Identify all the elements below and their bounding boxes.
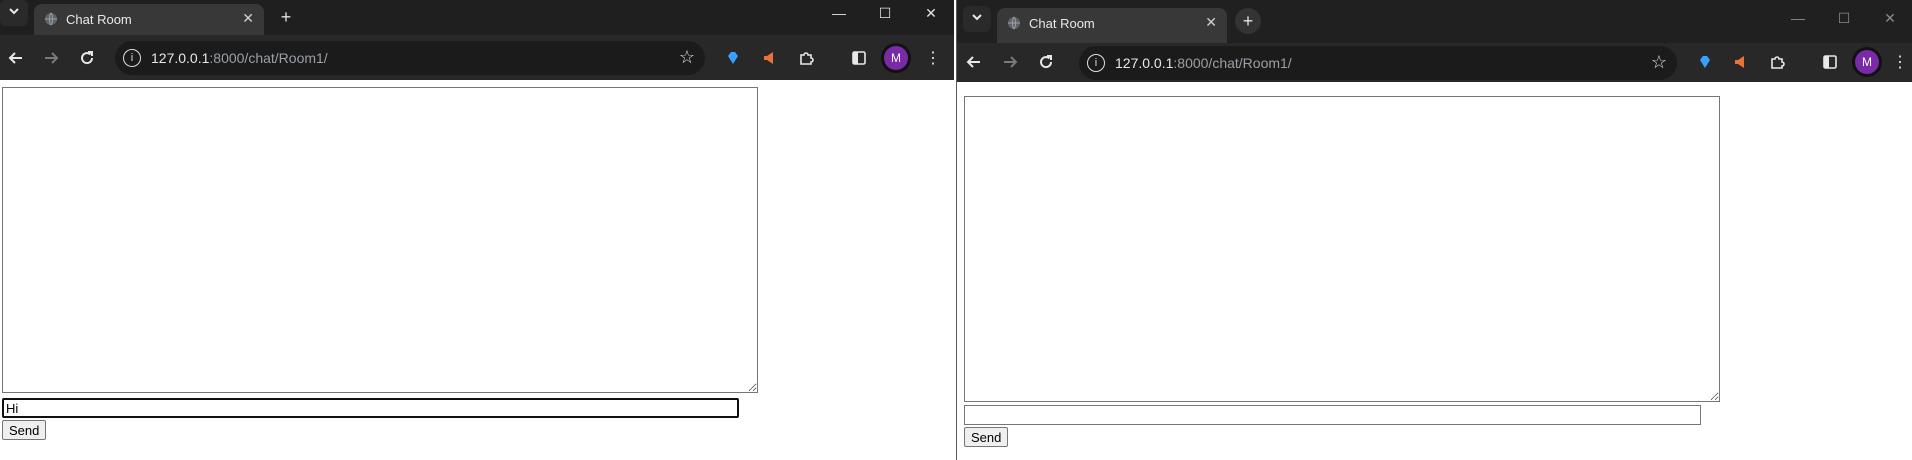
kebab-menu-icon[interactable]: ⋮ — [1887, 49, 1912, 75]
minimize-icon[interactable]: — — [1775, 5, 1821, 31]
close-window-icon[interactable]: ✕ — [1867, 5, 1912, 31]
puzzle-icon[interactable] — [793, 45, 819, 71]
arrow-right-icon[interactable] — [997, 49, 1023, 75]
arrow-right-icon[interactable] — [38, 45, 64, 71]
kebab-menu-icon[interactable]: ⋮ — [920, 45, 946, 71]
side-panel-icon[interactable] — [1817, 49, 1843, 75]
toolbar: i 127.0.0.1:8000/chat/Room1/ ☆ M ⋮ — [0, 35, 954, 80]
send-button[interactable]: Send — [2, 420, 47, 440]
info-icon[interactable]: i — [1087, 54, 1105, 72]
tab-chat-room[interactable]: Chat Room ✕ — [997, 8, 1227, 43]
browser-window-left: Chat Room ✕ + — ☐ ✕ i 127.0.0.1:8000/cha… — [0, 0, 954, 460]
url-path: :8000/chat/Room1/ — [209, 50, 328, 66]
arrow-left-icon[interactable] — [3, 45, 29, 71]
star-icon[interactable]: ☆ — [679, 47, 695, 68]
chevron-down-icon — [971, 10, 983, 28]
page-content: Send — [0, 80, 954, 460]
globe-icon — [44, 12, 58, 26]
tab-search-button[interactable] — [0, 0, 28, 26]
tab-title: Chat Room — [1029, 16, 1095, 31]
toolbar: i 127.0.0.1:8000/chat/Room1/ ☆ M ⋮ — [957, 43, 1912, 82]
megaphone-extension-icon[interactable] — [1728, 49, 1754, 75]
reload-icon[interactable] — [74, 45, 100, 71]
gem-extension-icon[interactable] — [720, 45, 746, 71]
window-controls: — ☐ ✕ — [1775, 5, 1912, 31]
maximize-icon[interactable]: ☐ — [862, 0, 908, 26]
info-icon[interactable]: i — [123, 49, 141, 67]
minimize-icon[interactable]: — — [816, 0, 862, 26]
profile-avatar[interactable]: M — [1855, 50, 1879, 74]
address-bar[interactable]: i 127.0.0.1:8000/chat/Room1/ ☆ — [1079, 46, 1677, 80]
window-controls: — ☐ ✕ — [816, 0, 954, 26]
url-host: 127.0.0.1 — [1115, 55, 1174, 71]
gem-extension-icon[interactable] — [1692, 49, 1718, 75]
plus-icon[interactable]: + — [1235, 8, 1261, 34]
browser-window-right: Chat Room ✕ + — ☐ ✕ i 127.0.0.1:8000/cha… — [956, 0, 1912, 460]
chevron-down-icon — [8, 4, 20, 22]
address-bar[interactable]: i 127.0.0.1:8000/chat/Room1/ ☆ — [115, 41, 705, 75]
puzzle-icon[interactable] — [1764, 49, 1790, 75]
maximize-icon[interactable]: ☐ — [1821, 5, 1867, 31]
chat-log[interactable] — [2, 87, 758, 393]
chat-message-input[interactable] — [964, 405, 1701, 425]
reload-icon[interactable] — [1033, 49, 1059, 75]
close-window-icon[interactable]: ✕ — [908, 0, 954, 26]
tab-search-button[interactable] — [963, 6, 991, 32]
url-text: 127.0.0.1:8000/chat/Room1/ — [1115, 55, 1292, 71]
close-icon[interactable]: ✕ — [242, 10, 254, 27]
page-content: Send — [957, 82, 1912, 460]
globe-icon — [1007, 16, 1021, 30]
tab-chat-room[interactable]: Chat Room ✕ — [34, 4, 264, 35]
send-button[interactable]: Send — [964, 427, 1009, 447]
chat-message-input[interactable] — [2, 398, 739, 418]
url-host: 127.0.0.1 — [151, 50, 210, 66]
url-path: :8000/chat/Room1/ — [1173, 55, 1292, 71]
tab-strip: Chat Room ✕ + — ☐ ✕ — [957, 0, 1912, 43]
close-icon[interactable]: ✕ — [1205, 14, 1217, 31]
tab-strip: Chat Room ✕ + — ☐ ✕ — [0, 0, 954, 35]
url-text: 127.0.0.1:8000/chat/Room1/ — [151, 50, 328, 66]
chat-log[interactable] — [964, 96, 1720, 402]
megaphone-extension-icon[interactable] — [757, 45, 783, 71]
tab-title: Chat Room — [66, 12, 132, 27]
star-icon[interactable]: ☆ — [1651, 52, 1667, 73]
plus-icon[interactable]: + — [273, 4, 299, 30]
side-panel-icon[interactable] — [846, 45, 872, 71]
profile-avatar[interactable]: M — [884, 46, 908, 70]
arrow-left-icon[interactable] — [961, 49, 987, 75]
